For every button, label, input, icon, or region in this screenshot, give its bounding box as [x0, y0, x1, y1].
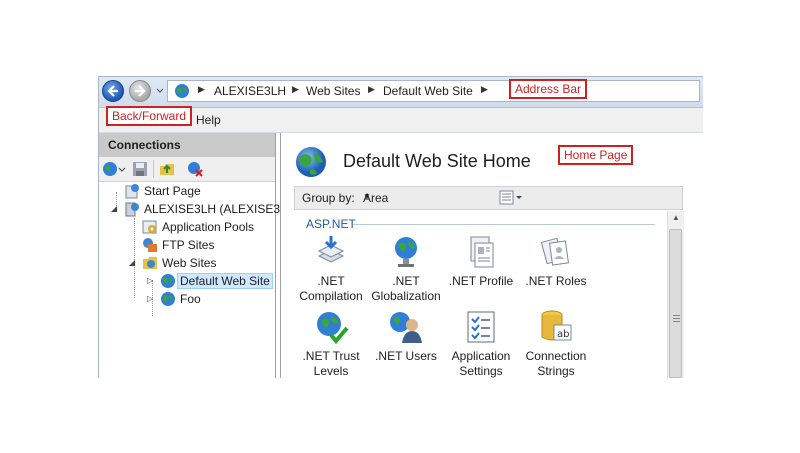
toolbar-divider	[153, 160, 154, 178]
feature-label-line2: Strings	[537, 364, 575, 378]
grip-line	[673, 321, 680, 322]
feature-label-line1: .NET	[317, 274, 345, 288]
feature-label-line1: .NET Roles	[525, 274, 587, 288]
section-divider	[353, 224, 655, 225]
connections-header: Connections	[99, 133, 275, 157]
breadcrumb-server[interactable]: ALEXISE3LH	[214, 84, 286, 98]
connections-toolbar	[99, 157, 275, 182]
home-page-panel: Default Web Site Home Group by: Area ▼ A…	[280, 133, 701, 378]
tree-label: Start Page	[144, 184, 201, 198]
back-arrow-icon	[107, 85, 118, 97]
connections-title: Connections	[108, 138, 181, 152]
tree-label: Default Web Site	[177, 273, 273, 289]
connection-strings-icon: ab	[541, 310, 572, 341]
feature-connection-strings[interactable]: ab Connection Strings	[516, 309, 596, 378]
feature-label-line2: Settings	[459, 364, 503, 378]
group-by-bar: Group by: Area ▼	[294, 186, 683, 210]
feature-label-line1: Connection	[525, 349, 587, 363]
globe-icon	[161, 292, 175, 306]
history-dropdown-icon[interactable]	[155, 85, 165, 95]
group-by-select[interactable]: Area ▼	[358, 189, 488, 207]
annotation-home-page: Home Page	[558, 145, 634, 165]
chevron-down-icon[interactable]	[118, 161, 126, 177]
breadcrumb-default-web-site[interactable]: Default Web Site	[383, 84, 473, 98]
save-icon[interactable]	[132, 161, 148, 177]
globe-icon	[175, 84, 189, 98]
connections-pane: Connections Start Page ◢ ALEXISE3LH (ALE…	[99, 133, 295, 378]
view-mode-icon[interactable]	[499, 190, 525, 206]
svg-text:ab: ab	[557, 329, 569, 340]
feature-net-globalization[interactable]: .NET Globalization	[366, 234, 446, 304]
scrollbar-thumb[interactable]	[669, 229, 682, 378]
feature-net-compilation[interactable]: .NET Compilation	[291, 234, 371, 304]
net-trust-levels-icon	[317, 312, 349, 345]
start-page-icon	[125, 184, 139, 199]
disconnect-icon[interactable]	[187, 161, 203, 177]
vertical-scrollbar[interactable]: ▲	[667, 211, 684, 378]
tree-label: FTP Sites	[162, 238, 215, 252]
breadcrumb-separator-icon: ▶	[292, 84, 299, 94]
feature-label-line2: Levels	[313, 364, 349, 378]
forward-button[interactable]	[129, 80, 151, 102]
feature-net-profile[interactable]: .NET Profile	[441, 234, 521, 289]
server-icon	[125, 202, 139, 217]
globe-icon	[161, 274, 175, 288]
forward-arrow-icon	[135, 85, 146, 97]
page-title: Default Web Site Home	[343, 151, 531, 171]
expand-arrow-icon[interactable]: ◢	[129, 258, 135, 267]
tree-label: ALEXISE3LH (ALEXISE3LH	[144, 202, 296, 216]
feature-label-line2: Globalization	[371, 289, 441, 303]
up-folder-icon[interactable]	[159, 161, 175, 177]
annotation-back-forward: Back/Forward	[106, 106, 193, 126]
net-users-icon	[390, 312, 422, 343]
net-profile-icon	[470, 236, 494, 268]
feature-net-trust-levels[interactable]: .NET Trust Levels	[291, 309, 371, 378]
net-globalization-icon	[395, 237, 417, 267]
breadcrumb-separator-icon: ▶	[368, 84, 375, 94]
collapse-arrow-icon[interactable]: ▷	[147, 276, 153, 285]
breadcrumb-separator-icon: ▶	[198, 84, 205, 94]
chevron-down-icon: ▼	[363, 192, 371, 201]
net-roles-icon	[540, 237, 570, 266]
tree-label: Web Sites	[162, 256, 217, 270]
feature-label-line1: .NET Trust	[302, 349, 360, 363]
ftp-sites-icon	[143, 238, 157, 252]
breadcrumb-separator-icon[interactable]: ▶	[481, 84, 488, 95]
tree-label: Foo	[180, 292, 201, 306]
address-bar[interactable]: ▶ ALEXISE3LH ▶ Web Sites ▶ Default Web S…	[167, 80, 700, 102]
application-settings-icon	[467, 311, 495, 343]
feature-label-line1: Application	[451, 349, 511, 363]
web-sites-folder-icon	[143, 257, 157, 269]
address-toolbar: ▶ ALEXISE3LH ▶ Web Sites ▶ Default Web S…	[99, 77, 703, 108]
feature-label-line1: .NET	[392, 274, 420, 288]
feature-application-settings[interactable]: Application Settings	[441, 309, 521, 378]
grip-line	[673, 315, 680, 316]
expand-arrow-icon[interactable]: ◢	[111, 204, 117, 213]
grip-line	[673, 318, 680, 319]
feature-net-roles[interactable]: .NET Roles	[516, 234, 596, 289]
application-pools-icon	[142, 220, 157, 234]
feature-label-line1: .NET Users	[375, 349, 437, 363]
site-globe-icon	[296, 147, 326, 177]
connect-globe-icon[interactable]	[102, 161, 118, 177]
net-compilation-icon	[317, 236, 345, 263]
back-button[interactable]	[102, 80, 124, 102]
breadcrumb-web-sites[interactable]: Web Sites	[306, 84, 360, 98]
menu-help[interactable]: Help	[196, 113, 221, 127]
feature-net-users[interactable]: .NET Users	[366, 309, 446, 364]
collapse-arrow-icon[interactable]: ▷	[147, 294, 153, 303]
feature-label-line1: .NET Profile	[448, 274, 514, 288]
scroll-up-icon[interactable]: ▲	[672, 213, 680, 222]
tree-label: Application Pools	[162, 220, 255, 234]
group-by-label: Group by:	[302, 191, 355, 205]
annotation-address-bar: Address Bar	[509, 79, 588, 99]
feature-label-line2: Compilation	[299, 289, 363, 303]
section-header-aspnet: ASP.NET	[306, 217, 356, 231]
